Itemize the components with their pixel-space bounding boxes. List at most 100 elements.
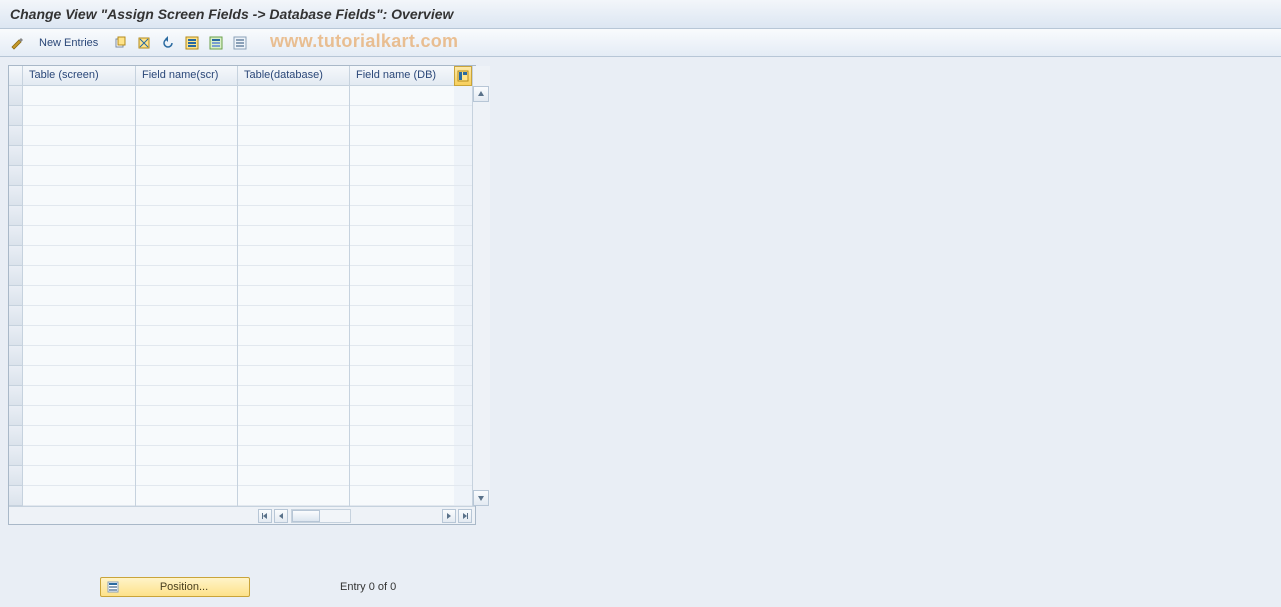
table-cell[interactable]: [136, 406, 237, 426]
table_screen-input[interactable]: [27, 448, 131, 460]
field_name_db-input[interactable]: [354, 208, 450, 220]
table-cell[interactable]: [238, 466, 349, 486]
table-cell[interactable]: [350, 426, 454, 446]
row-selector[interactable]: [9, 246, 23, 266]
vertical-scrollbar[interactable]: [472, 66, 490, 506]
table_screen-input[interactable]: [27, 388, 131, 400]
table-cell[interactable]: [350, 86, 454, 106]
table-cell[interactable]: [350, 446, 454, 466]
table-cell[interactable]: [238, 446, 349, 466]
table-cell[interactable]: [23, 266, 135, 286]
table_database-input[interactable]: [242, 448, 345, 460]
horizontal-scrollbar[interactable]: [9, 506, 475, 524]
table-cell[interactable]: [350, 306, 454, 326]
field_name_db-input[interactable]: [354, 188, 450, 200]
table_screen-input[interactable]: [27, 168, 131, 180]
table-cell[interactable]: [23, 106, 135, 126]
table-cell[interactable]: [350, 106, 454, 126]
field_name_scr-input[interactable]: [140, 348, 233, 360]
select-all-icon[interactable]: [183, 34, 201, 52]
field_name_db-input[interactable]: [354, 228, 450, 240]
table-cell[interactable]: [238, 486, 349, 506]
field_name_db-input[interactable]: [354, 248, 450, 260]
table-cell[interactable]: [136, 426, 237, 446]
scroll-right-icon[interactable]: [442, 509, 456, 523]
scroll-down-icon[interactable]: [473, 490, 489, 506]
table_screen-input[interactable]: [27, 208, 131, 220]
table-cell[interactable]: [136, 226, 237, 246]
field_name_db-input[interactable]: [354, 268, 450, 280]
row-selector[interactable]: [9, 326, 23, 346]
table-cell[interactable]: [238, 286, 349, 306]
field_name_scr-input[interactable]: [140, 368, 233, 380]
row-selector[interactable]: [9, 446, 23, 466]
field_name_db-input[interactable]: [354, 348, 450, 360]
field_name_db-input[interactable]: [354, 488, 450, 500]
table_database-input[interactable]: [242, 208, 345, 220]
table_database-input[interactable]: [242, 168, 345, 180]
row-selector[interactable]: [9, 226, 23, 246]
table-cell[interactable]: [238, 106, 349, 126]
table_screen-input[interactable]: [27, 288, 131, 300]
table_screen-input[interactable]: [27, 88, 131, 100]
field_name_scr-input[interactable]: [140, 308, 233, 320]
table-cell[interactable]: [136, 346, 237, 366]
undo-change-icon[interactable]: [159, 34, 177, 52]
table-cell[interactable]: [350, 126, 454, 146]
table_database-input[interactable]: [242, 148, 345, 160]
table_database-input[interactable]: [242, 288, 345, 300]
row-selector[interactable]: [9, 346, 23, 366]
table_screen-input[interactable]: [27, 128, 131, 140]
deselect-all-icon[interactable]: [231, 34, 249, 52]
table-cell[interactable]: [350, 346, 454, 366]
field_name_db-input[interactable]: [354, 428, 450, 440]
scroll-first-icon[interactable]: [258, 509, 272, 523]
field_name_db-input[interactable]: [354, 468, 450, 480]
column-header-field_name_scr[interactable]: Field name(scr): [136, 66, 237, 86]
table-cell[interactable]: [238, 386, 349, 406]
row-selector[interactable]: [9, 266, 23, 286]
scroll-up-icon[interactable]: [473, 86, 489, 102]
table_screen-input[interactable]: [27, 328, 131, 340]
field_name_db-input[interactable]: [354, 448, 450, 460]
row-selector[interactable]: [9, 306, 23, 326]
row-selector[interactable]: [9, 126, 23, 146]
field_name_db-input[interactable]: [354, 148, 450, 160]
table_database-input[interactable]: [242, 248, 345, 260]
row-selector[interactable]: [9, 386, 23, 406]
row-selector[interactable]: [9, 426, 23, 446]
field_name_scr-input[interactable]: [140, 388, 233, 400]
row-selector-header[interactable]: [9, 66, 23, 86]
field_name_scr-input[interactable]: [140, 208, 233, 220]
table_screen-input[interactable]: [27, 268, 131, 280]
table-settings-icon[interactable]: [454, 66, 472, 86]
table-cell[interactable]: [136, 466, 237, 486]
table-cell[interactable]: [238, 186, 349, 206]
table-cell[interactable]: [23, 166, 135, 186]
table-cell[interactable]: [238, 226, 349, 246]
table_screen-input[interactable]: [27, 108, 131, 120]
table_database-input[interactable]: [242, 328, 345, 340]
table-cell[interactable]: [350, 206, 454, 226]
table-cell[interactable]: [23, 386, 135, 406]
row-selector[interactable]: [9, 86, 23, 106]
row-selector[interactable]: [9, 286, 23, 306]
table_screen-input[interactable]: [27, 228, 131, 240]
delete-icon[interactable]: [135, 34, 153, 52]
column-header-field_name_db[interactable]: Field name (DB): [350, 66, 454, 86]
field_name_db-input[interactable]: [354, 368, 450, 380]
field_name_scr-input[interactable]: [140, 448, 233, 460]
field_name_scr-input[interactable]: [140, 228, 233, 240]
table_screen-input[interactable]: [27, 488, 131, 500]
table-cell[interactable]: [238, 346, 349, 366]
table-cell[interactable]: [238, 426, 349, 446]
table-cell[interactable]: [238, 166, 349, 186]
table_screen-input[interactable]: [27, 408, 131, 420]
table_database-input[interactable]: [242, 188, 345, 200]
table-cell[interactable]: [350, 246, 454, 266]
table-cell[interactable]: [23, 206, 135, 226]
table-cell[interactable]: [350, 146, 454, 166]
field_name_scr-input[interactable]: [140, 288, 233, 300]
table-cell[interactable]: [136, 306, 237, 326]
table-cell[interactable]: [350, 286, 454, 306]
